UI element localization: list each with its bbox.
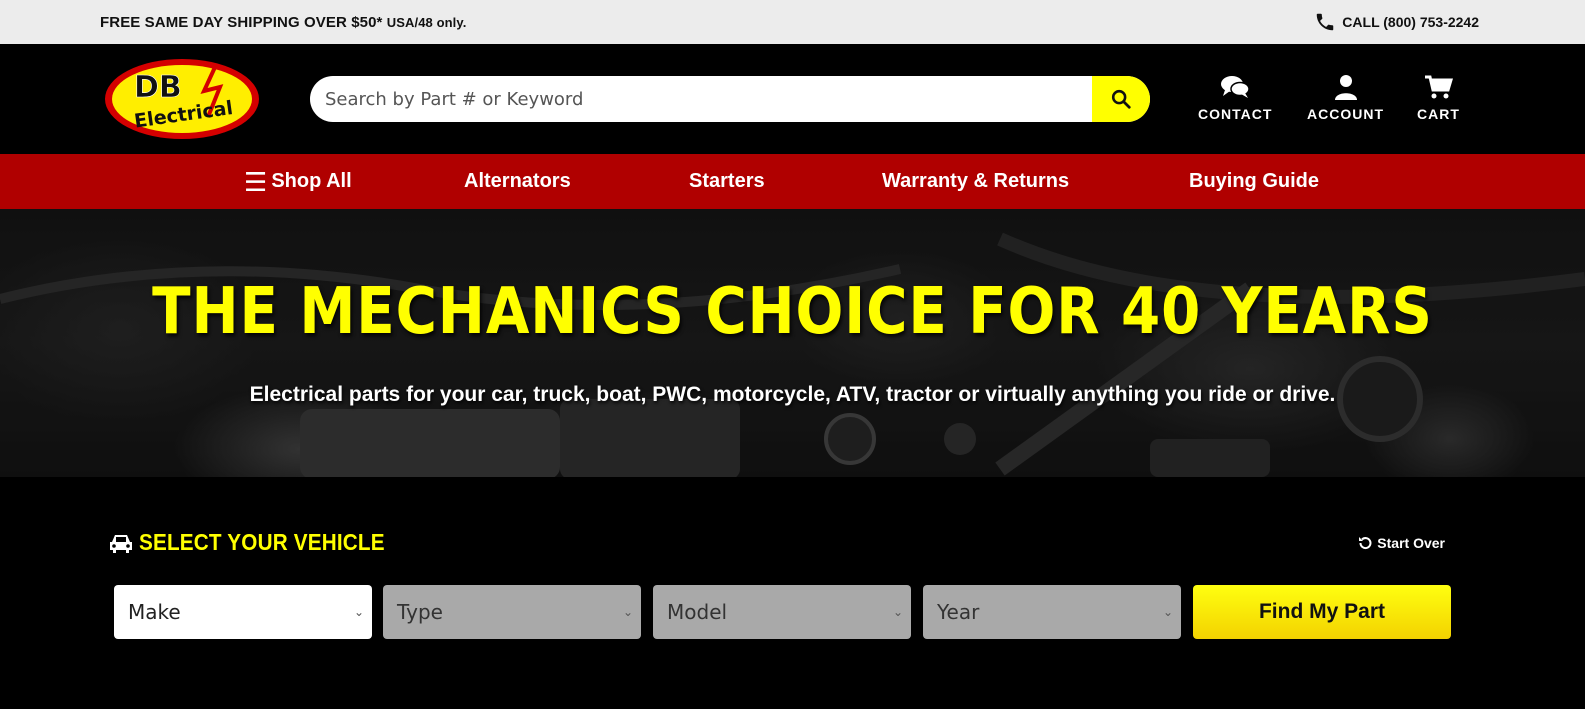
find-my-part-button[interactable]: Find My Part	[1193, 585, 1451, 639]
account-link[interactable]: ACCOUNT	[1307, 74, 1384, 122]
type-select[interactable]: Type ⌄	[383, 585, 641, 639]
search-bar	[310, 76, 1150, 122]
promo-main: FREE SAME DAY SHIPPING OVER $50*	[100, 13, 383, 31]
hero-banner: THE MECHANICS CHOICE FOR 40 YEARS Electr…	[0, 209, 1585, 477]
chevron-down-icon: ⌄	[1162, 605, 1173, 619]
user-icon	[1334, 75, 1357, 100]
nav-shop-all[interactable]: ☰ Shop All	[244, 169, 352, 195]
type-select-value: Type	[397, 600, 443, 624]
cart-label: CART	[1417, 106, 1460, 122]
chevron-down-icon: ⌄	[353, 605, 364, 619]
make-select[interactable]: Make ⌄	[114, 585, 372, 639]
nav-alternators[interactable]: Alternators	[464, 170, 571, 193]
cart-icon	[1425, 75, 1454, 99]
model-select[interactable]: Model ⌄	[653, 585, 911, 639]
search-button[interactable]	[1092, 76, 1150, 122]
chevron-down-icon: ⌄	[892, 605, 903, 619]
shipping-promo: FREE SAME DAY SHIPPING OVER $50* USA/48 …	[100, 14, 466, 31]
phone-number: CALL (800) 753-2242	[1342, 14, 1479, 30]
year-select-value: Year	[937, 600, 980, 624]
make-select-value: Make	[128, 600, 181, 624]
phone-link[interactable]: CALL (800) 753-2242	[1314, 11, 1479, 33]
cart-link[interactable]: CART	[1417, 74, 1460, 122]
chat-icon	[1221, 76, 1250, 98]
nav-starters[interactable]: Starters	[689, 170, 765, 193]
promo-note: USA/48 only.	[386, 14, 467, 30]
contact-label: CONTACT	[1198, 106, 1273, 122]
hero-subline: Electrical parts for your car, truck, bo…	[249, 383, 1336, 406]
search-input[interactable]	[310, 76, 1092, 122]
vehicle-selector: SELECT YOUR VEHICLE Start Over Make ⌄ Ty…	[0, 477, 1585, 709]
model-select-value: Model	[667, 600, 728, 624]
car-icon	[110, 534, 132, 553]
nav-buying-guide[interactable]: Buying Guide	[1189, 170, 1319, 193]
nav-shop-all-label: Shop All	[271, 170, 352, 192]
main-navigation: ☰ Shop All Alternators Starters Warranty…	[0, 154, 1585, 209]
phone-icon	[1317, 13, 1334, 31]
chevron-down-icon: ⌄	[622, 605, 633, 619]
logo-graphic: DB Electrical	[105, 59, 259, 139]
site-header: DB Electrical CONTACT ACCOUNT CART	[0, 44, 1585, 154]
year-select[interactable]: Year ⌄	[923, 585, 1181, 639]
start-over-button[interactable]: Start Over	[1357, 535, 1445, 551]
hamburger-icon: ☰	[244, 166, 268, 197]
nav-warranty-returns[interactable]: Warranty & Returns	[882, 170, 1069, 193]
vehicle-title-text: SELECT YOUR VEHICLE	[139, 529, 385, 555]
top-bar: FREE SAME DAY SHIPPING OVER $50* USA/48 …	[0, 0, 1585, 44]
hero-headline: THE MECHANICS CHOICE FOR 40 YEARS	[152, 275, 1433, 349]
reset-icon	[1359, 537, 1372, 550]
db-electrical-logo[interactable]: DB Electrical	[104, 57, 260, 141]
start-over-label: Start Over	[1377, 535, 1445, 551]
contact-link[interactable]: CONTACT	[1198, 74, 1272, 122]
logo-text-db: DB	[134, 70, 182, 105]
account-label: ACCOUNT	[1307, 106, 1384, 122]
search-icon	[1111, 89, 1131, 109]
vehicle-selector-title: SELECT YOUR VEHICLE	[108, 529, 412, 556]
